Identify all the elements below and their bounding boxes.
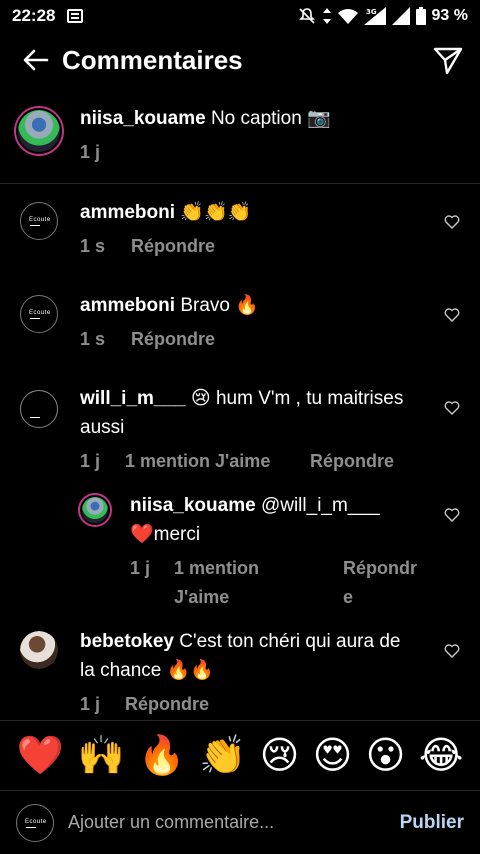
battery-percent: 93 % xyxy=(431,7,468,24)
comment-username[interactable]: bebetokey xyxy=(80,631,174,652)
header: Commentaires xyxy=(0,32,480,88)
like-heart-icon[interactable] xyxy=(444,643,460,659)
avatar[interactable] xyxy=(78,493,112,527)
emoji-heart[interactable]: ❤️ xyxy=(17,734,64,778)
comment-text: niisa_kouame @will_i_m___ xyxy=(130,491,380,521)
reply-button[interactable]: Répondre xyxy=(131,236,215,257)
caption-age: 1 j xyxy=(80,142,101,162)
comment-body: 😢 hum V'm , tu maitrises xyxy=(190,388,404,409)
data-arrows-icon xyxy=(322,8,331,24)
signal-icon xyxy=(391,7,410,25)
comment-body: 👏👏👏 xyxy=(180,202,252,223)
emoji-cry[interactable]: 😢 xyxy=(260,733,300,778)
comment-item: will_i_m___ 😢 hum V'm , tu maitrises aus… xyxy=(0,384,480,484)
comment-username[interactable]: ammeboni xyxy=(80,295,175,316)
comment-age: 1 s xyxy=(80,236,106,256)
comment-item: bebetokey C'est ton chéri qui aura de la… xyxy=(0,627,480,719)
reply-button[interactable]: Répondr xyxy=(343,558,417,579)
comment-body-line2: la chance 🔥🔥 xyxy=(80,660,214,681)
comment-body: @will_i_m___ xyxy=(260,495,380,516)
avatar[interactable]: Ecoute xyxy=(20,295,58,333)
comment-text: will_i_m___ 😢 hum V'm , tu maitrises xyxy=(80,384,403,414)
emoji-raised-hands[interactable]: 🙌 xyxy=(77,734,124,778)
comment-age: 1 j xyxy=(80,694,101,714)
battery-icon xyxy=(415,7,426,25)
comment-composer: Ecoute Ajouter un commentaire... Publier xyxy=(0,790,480,854)
like-heart-icon[interactable] xyxy=(444,214,460,230)
comment-username[interactable]: ammeboni xyxy=(80,202,175,223)
caption-line: niisa_kouame No caption 📷 xyxy=(80,104,331,134)
wifi-icon xyxy=(337,9,358,24)
emoji-joy[interactable]: 😂 xyxy=(419,733,463,778)
avatar[interactable] xyxy=(20,390,58,428)
mute-icon xyxy=(298,8,315,24)
comment-text: bebetokey C'est ton chéri qui aura de xyxy=(80,627,400,657)
caption-text: No caption 📷 xyxy=(210,108,331,129)
like-heart-icon[interactable] xyxy=(444,307,460,323)
avatar: Ecoute xyxy=(16,803,54,842)
avatar[interactable] xyxy=(14,106,64,156)
comment-input[interactable]: Ajouter un commentaire... xyxy=(68,812,400,833)
caption-username[interactable]: niisa_kouame xyxy=(80,108,206,129)
likes-count[interactable]: 1 mention xyxy=(174,558,259,579)
status-time: 22:28 xyxy=(12,6,56,25)
comment-age: 1 j xyxy=(130,558,151,578)
send-icon[interactable] xyxy=(432,44,464,76)
message-notification-icon xyxy=(67,9,84,23)
reply-button[interactable]: Répondre xyxy=(125,694,209,715)
reply-button-line2[interactable]: e xyxy=(343,587,353,608)
likes-count[interactable]: 1 mention J'aime xyxy=(125,451,270,472)
avatar[interactable]: Ecoute xyxy=(20,202,58,240)
like-heart-icon[interactable] xyxy=(444,507,460,523)
comment-text: ammeboni 👏👏👏 xyxy=(80,198,251,228)
emoji-reaction-bar: ❤️ 🙌 🔥 👏 😢 😍 😮 😂 xyxy=(0,720,480,790)
comment-item: Ecoute ammeboni 👏👏👏 1 s Répondre xyxy=(0,198,480,278)
avatar[interactable] xyxy=(20,631,58,669)
comment-body-line2: ❤️merci xyxy=(130,524,201,545)
emoji-fire[interactable]: 🔥 xyxy=(138,734,185,778)
emoji-wow[interactable]: 😮 xyxy=(366,733,406,778)
comment-username[interactable]: niisa_kouame xyxy=(130,495,256,516)
like-heart-icon[interactable] xyxy=(444,400,460,416)
comment-body: C'est ton chéri qui aura de xyxy=(179,631,401,652)
reply-item: niisa_kouame @will_i_m___ ❤️merci 1 j 1 … xyxy=(0,491,480,621)
reply-button[interactable]: Répondre xyxy=(310,451,394,472)
comment-age: 1 s xyxy=(80,329,106,349)
comment-item: Ecoute ammeboni Bravo 🔥 1 s Répondre xyxy=(0,291,480,371)
emoji-clap[interactable]: 👏 xyxy=(199,734,246,778)
back-arrow-icon[interactable] xyxy=(16,45,56,75)
page-title: Commentaires xyxy=(62,44,243,75)
likes-count-line2[interactable]: J'aime xyxy=(174,587,229,608)
reply-button[interactable]: Répondre xyxy=(131,329,215,350)
comment-body: Bravo 🔥 xyxy=(180,295,259,316)
network-type-label: 3G xyxy=(366,8,377,16)
comment-text: ammeboni Bravo 🔥 xyxy=(80,291,259,321)
comment-body-line2: aussi xyxy=(80,417,125,438)
comment-username[interactable]: will_i_m___ xyxy=(80,388,186,409)
emoji-heart-eyes[interactable]: 😍 xyxy=(313,733,353,778)
publish-button[interactable]: Publier xyxy=(400,812,464,834)
status-bar: 22:28 3G 93 % xyxy=(0,0,480,32)
comment-age: 1 j xyxy=(80,451,101,471)
signal-3g-icon: 3G xyxy=(363,7,386,25)
post-caption: niisa_kouame No caption 📷 1 j xyxy=(0,100,480,184)
